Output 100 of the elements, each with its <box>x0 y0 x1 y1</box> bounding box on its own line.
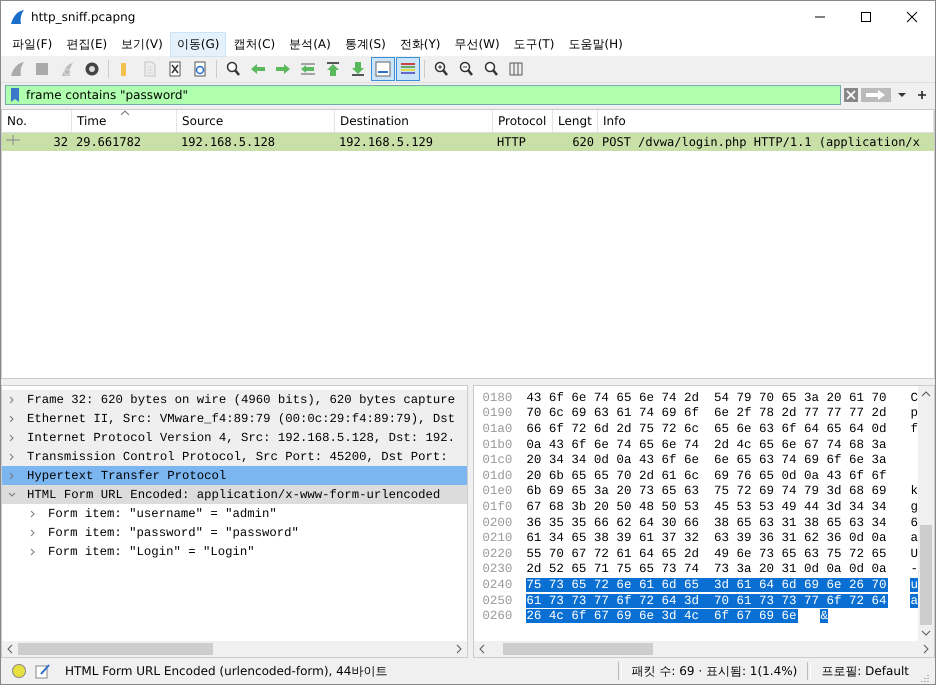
scroll-up-icon[interactable] <box>921 390 931 398</box>
scroll-right-icon[interactable] <box>922 644 930 654</box>
clear-icon[interactable] <box>843 87 859 103</box>
table-cell: 29.661782 <box>76 135 142 149</box>
ascii-text[interactable]: U <box>910 546 918 561</box>
menu-item[interactable]: 무선(W) <box>447 32 507 56</box>
add-icon[interactable] <box>917 90 927 100</box>
tree-item[interactable]: Transmission Control Protocol, Src Port: 45200, Dst Port: <box>2 447 468 466</box>
hex-bytes[interactable]: 36 35 35 66 62 64 30 66 38 65 63 31 38 65 63 34 <box>526 516 888 530</box>
menu-item[interactable]: 캡처(C) <box>226 32 282 56</box>
tree-item[interactable]: Form item: "username" = "admin" <box>2 504 468 523</box>
menu-item[interactable]: 편집(E) <box>59 32 114 56</box>
hex-bytes[interactable]: 70 6c 69 63 61 74 69 6f 6e 2f 78 2d 77 77 77 2d <box>526 406 888 420</box>
offset-label: 0230 <box>482 562 514 576</box>
packet-row[interactable]: 32 29.661782 192.168.5.128 192.168.5.129 HTTP 620 POST /dvwa/login.php HTTP/1.1 (application/x <box>2 133 934 151</box>
ascii-text[interactable]: a <box>910 531 918 546</box>
hex-bytes[interactable]: 66 6f 72 6d 2d 75 72 6c 65 6e 63 6f 64 65 64 0d <box>526 422 888 436</box>
ascii-text[interactable]: C <box>910 390 918 405</box>
ascii-text[interactable]: k <box>910 484 918 498</box>
collapsed-chevron-icon[interactable] <box>8 452 16 460</box>
sort-caret-icon <box>120 110 130 116</box>
menu-item[interactable]: 도구(T) <box>506 32 562 56</box>
ascii-text[interactable]: u <box>910 578 918 592</box>
offset-label: 01a0 <box>482 422 514 436</box>
offset-label: 0210 <box>482 531 514 546</box>
ascii-text[interactable]: 6 <box>910 516 918 530</box>
menu-item[interactable]: 도움말(H) <box>561 32 630 56</box>
ascii-text[interactable]: & <box>820 609 828 624</box>
scroll-right-icon[interactable] <box>455 644 464 654</box>
offset-label: 0220 <box>482 546 514 561</box>
scroll-left-icon[interactable] <box>6 644 14 654</box>
status-dot-icon[interactable] <box>11 663 27 679</box>
resize-grip-icon[interactable] <box>919 672 929 682</box>
shark-fin-icon <box>9 8 25 24</box>
ascii-text[interactable]: - <box>910 562 918 576</box>
expanded-chevron-icon[interactable] <box>8 490 16 498</box>
tree-item[interactable]: Ethernet II, Src: VMware_f4:89:79 (00:0c:29:f4:89:79), Dst <box>2 409 468 428</box>
table-cell: POST /dvwa/login.php HTTP/1.1 (application/x <box>602 135 920 149</box>
collapsed-chevron-icon[interactable] <box>29 548 37 556</box>
hex-bytes[interactable]: 2d 52 65 71 75 65 73 74 73 3a 20 31 0d 0a 0d 0a <box>526 562 888 576</box>
menu-item[interactable]: 전화(Y) <box>392 32 448 56</box>
colorize-icon[interactable] <box>396 57 420 81</box>
hex-bytes[interactable]: 67 68 3b 20 50 48 50 53 45 53 53 49 44 3d 34 34 <box>526 500 888 514</box>
column-header[interactable]: Destination <box>340 114 409 128</box>
tree-item[interactable]: Frame 32: 620 bytes on wire (4960 bits), 620 bytes capture <box>2 390 468 409</box>
caret-icon[interactable] <box>897 92 907 98</box>
menu-item[interactable]: 이동(G) <box>170 32 226 56</box>
scroll-down-icon[interactable] <box>921 629 931 637</box>
hex-bytes[interactable]: 75 73 65 72 6e 61 6d 65 3d 61 64 6d 69 6e 26 70 <box>526 578 888 592</box>
menu-item[interactable]: 파일(F) <box>5 32 60 56</box>
tree-item[interactable]: Form item: "Login" = "Login" <box>2 542 468 561</box>
tree-item[interactable]: Internet Protocol Version 4, Src: 192.168.5.128, Dst: 192. <box>2 428 468 447</box>
hex-bytes[interactable]: 20 34 34 0d 0a 43 6f 6e 6e 65 63 74 69 6f 6e 3a <box>526 453 888 468</box>
hex-bytes[interactable]: 20 6b 65 65 70 2d 61 6c 69 76 65 0d 0a 43 6f 6f <box>526 468 888 483</box>
column-header[interactable]: Protocol <box>498 114 546 128</box>
hex-bytes[interactable]: 0a 43 6f 6e 74 65 6e 74 2d 4c 65 6e 67 74 68 3a <box>526 438 888 452</box>
ascii-text[interactable]: p <box>910 406 918 420</box>
table-cell: 620 <box>572 135 594 149</box>
autoscroll-icon[interactable] <box>371 57 395 81</box>
window-title: http_sniff.pcapng <box>31 10 136 24</box>
ascii-text[interactable]: f <box>910 422 918 436</box>
column-header[interactable]: Time <box>77 114 106 128</box>
edit-comment-icon[interactable] <box>35 663 51 679</box>
tree-item[interactable]: HTML Form URL Encoded: application/x-www-form-urlencoded <box>2 485 468 504</box>
hex-bytes[interactable]: 55 70 67 72 61 64 65 2d 49 6e 73 65 63 75 72 65 <box>526 546 888 561</box>
display-filter-field[interactable]: frame contains "password" <box>5 85 841 105</box>
hex-bytes[interactable]: 6b 69 65 3a 20 73 65 63 75 72 69 74 79 3d 68 69 <box>526 484 888 498</box>
column-header[interactable]: Lengt <box>558 114 592 128</box>
column-header[interactable]: No. <box>7 114 27 128</box>
tree-item[interactable]: Hypertext Transfer Protocol <box>2 466 468 485</box>
hex-bytes[interactable]: 26 4c 6f 67 69 6e 3d 4c 6f 67 69 6e <box>526 609 798 624</box>
profile-label[interactable]: 프로필: Default <box>821 662 909 680</box>
scroll-left-icon[interactable] <box>478 644 486 654</box>
hex-bytes[interactable]: 61 73 73 77 6f 72 64 3d 70 61 73 73 77 6f 72 64 <box>526 594 888 608</box>
collapsed-chevron-icon[interactable] <box>8 414 16 422</box>
collapsed-chevron-icon[interactable] <box>8 434 16 442</box>
collapsed-chevron-icon[interactable] <box>29 510 37 518</box>
tree-item[interactable]: Form item: "password" = "password" <box>2 523 468 542</box>
column-header[interactable]: Info <box>603 114 626 128</box>
close-icon[interactable] <box>906 10 918 22</box>
related-packet-icon <box>6 135 20 145</box>
collapsed-chevron-icon[interactable] <box>8 396 16 404</box>
menu-item[interactable]: 분석(A) <box>282 32 338 56</box>
column-header[interactable]: Source <box>182 114 224 128</box>
menu-item[interactable]: 보기(V) <box>114 32 170 56</box>
vertical-scrollbar[interactable] <box>918 386 934 641</box>
offset-label: 01b0 <box>482 438 514 452</box>
horizontal-scrollbar[interactable] <box>2 641 468 657</box>
offset-label: 0180 <box>482 390 514 405</box>
collapsed-chevron-icon[interactable] <box>29 528 37 536</box>
hex-bytes[interactable]: 43 6f 6e 74 65 6e 74 2d 54 79 70 65 3a 20 61 70 <box>526 390 888 405</box>
ascii-text[interactable]: g <box>910 500 918 514</box>
ascii-text[interactable]: a <box>910 594 918 608</box>
offset-label: 01c0 <box>482 453 514 468</box>
offset-label: 01d0 <box>482 468 514 483</box>
hex-bytes[interactable]: 61 34 65 38 39 61 37 32 63 39 36 31 62 36 0d 0a <box>526 531 888 546</box>
bookmark-icon[interactable] <box>10 87 20 103</box>
menu-item[interactable]: 통계(S) <box>338 32 393 56</box>
horizontal-scrollbar[interactable] <box>474 641 934 657</box>
maximize-icon[interactable] <box>860 10 872 22</box>
